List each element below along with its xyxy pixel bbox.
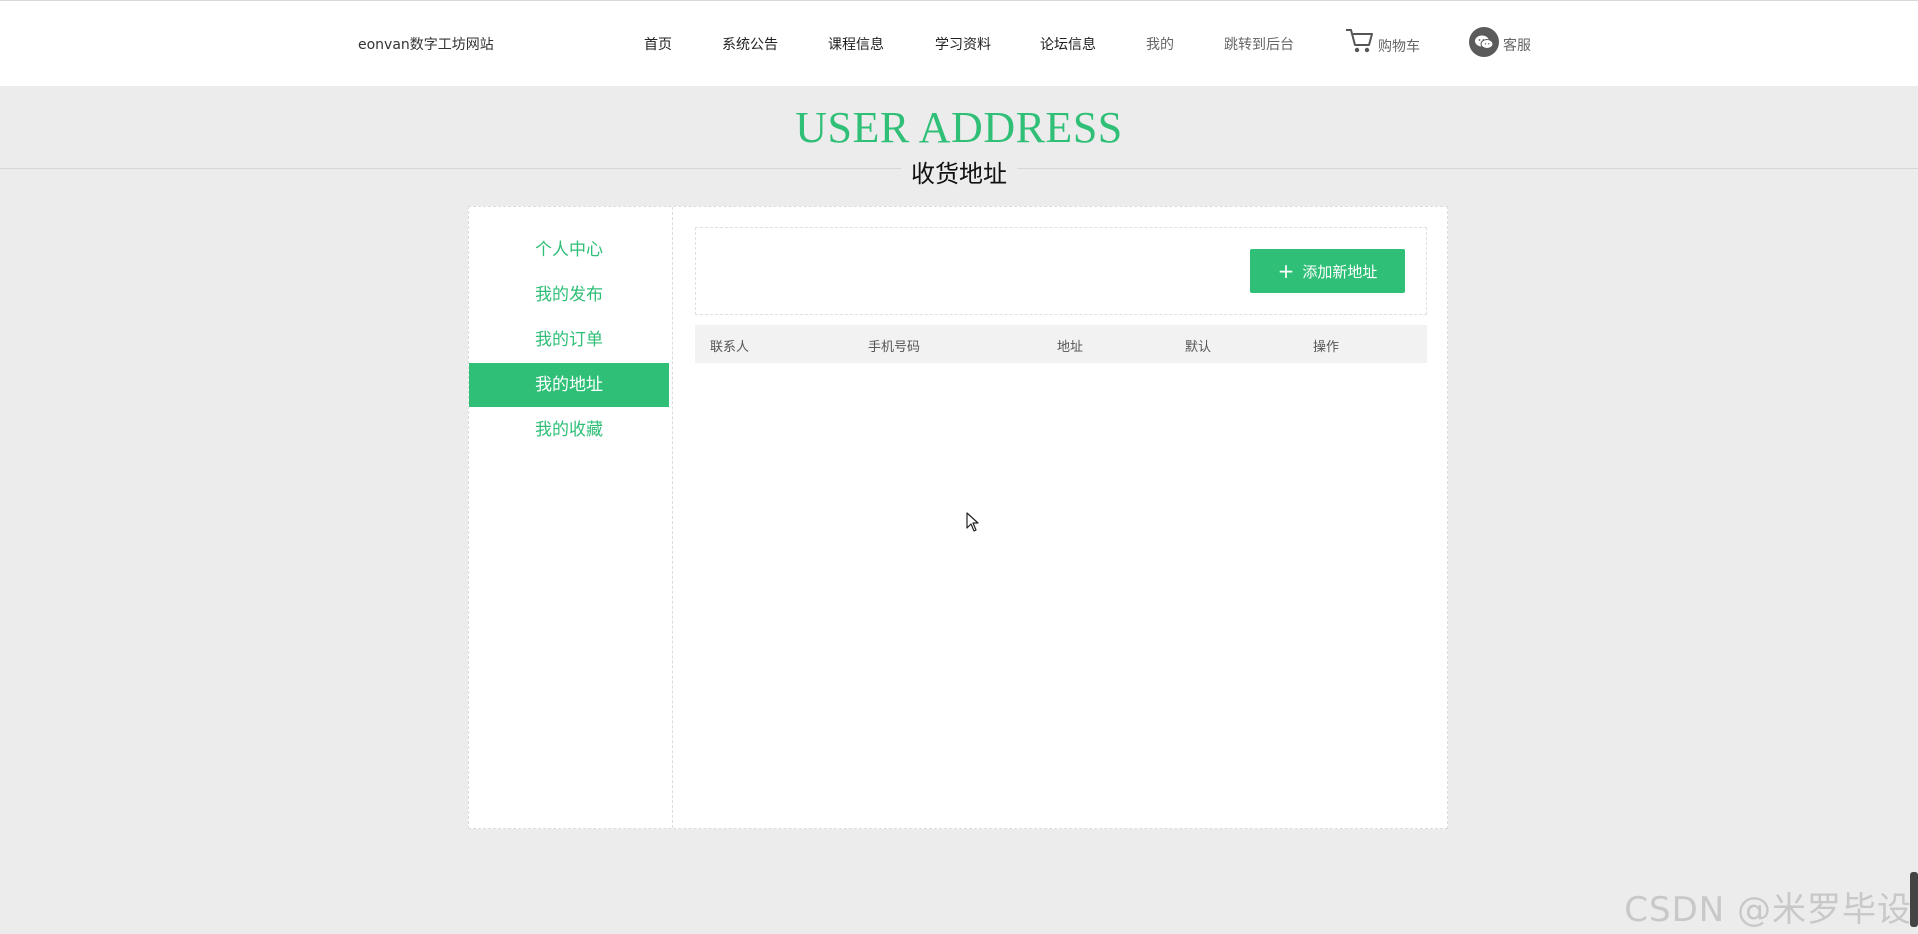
watermark: CSDN @米罗毕设 bbox=[1624, 890, 1912, 930]
address-toolbar: + 添加新地址 bbox=[695, 227, 1427, 315]
column-header-address: 地址 bbox=[1057, 340, 1084, 355]
service-label: 客服 bbox=[1503, 38, 1531, 54]
nav-admin-jump[interactable]: 跳转到后台 bbox=[1224, 34, 1294, 54]
nav-forum[interactable]: 论坛信息 bbox=[1040, 34, 1096, 54]
sidebar-item-favorites[interactable]: 我的收藏 bbox=[469, 408, 669, 452]
nav-courses[interactable]: 课程信息 bbox=[828, 34, 884, 54]
scrollbar-thumb[interactable] bbox=[1910, 872, 1918, 927]
column-header-actions: 操作 bbox=[1313, 340, 1340, 355]
nav-mine[interactable]: 我的 bbox=[1146, 34, 1174, 54]
user-sidebar: 个人中心 我的发布 我的订单 我的地址 我的收藏 bbox=[469, 207, 673, 828]
column-header-default: 默认 bbox=[1185, 340, 1212, 355]
nav-announcements[interactable]: 系统公告 bbox=[722, 34, 778, 54]
sidebar-item-profile[interactable]: 个人中心 bbox=[469, 228, 669, 272]
top-navbar: eonvan数字工坊网站 首页 系统公告 课程信息 学习资料 论坛信息 我的 跳… bbox=[0, 0, 1918, 86]
mouse-cursor-icon bbox=[966, 512, 979, 532]
address-section: + 添加新地址 联系人 手机号码 地址 默认 操作 bbox=[695, 227, 1427, 363]
sidebar-item-my-orders[interactable]: 我的订单 bbox=[469, 318, 669, 362]
cart-label: 购物车 bbox=[1378, 39, 1420, 55]
cart-icon bbox=[1344, 27, 1378, 59]
column-header-contact: 联系人 bbox=[710, 340, 750, 355]
customer-service-link[interactable]: 客服 bbox=[1469, 27, 1531, 57]
add-address-label: 添加新地址 bbox=[1302, 262, 1378, 281]
nav-home[interactable]: 首页 bbox=[644, 34, 672, 54]
sidebar-item-my-address[interactable]: 我的地址 bbox=[469, 363, 669, 407]
nav-materials[interactable]: 学习资料 bbox=[935, 34, 991, 54]
content-panel: 个人中心 我的发布 我的订单 我的地址 我的收藏 + 添加新地址 联系人 手机号… bbox=[468, 206, 1448, 829]
address-table-header: 联系人 手机号码 地址 默认 操作 bbox=[695, 325, 1427, 363]
cart-link[interactable]: 购物车 bbox=[1344, 27, 1420, 59]
wechat-icon bbox=[1469, 27, 1499, 57]
column-header-phone: 手机号码 bbox=[868, 340, 921, 355]
site-title[interactable]: eonvan数字工坊网站 bbox=[358, 34, 494, 54]
page-title-en: USER ADDRESS bbox=[795, 103, 1123, 152]
sidebar-item-my-posts[interactable]: 我的发布 bbox=[469, 273, 669, 317]
add-address-button[interactable]: + 添加新地址 bbox=[1250, 249, 1405, 293]
page-title-zh: 收货地址 bbox=[901, 154, 1017, 189]
plus-icon: + bbox=[1277, 259, 1295, 283]
